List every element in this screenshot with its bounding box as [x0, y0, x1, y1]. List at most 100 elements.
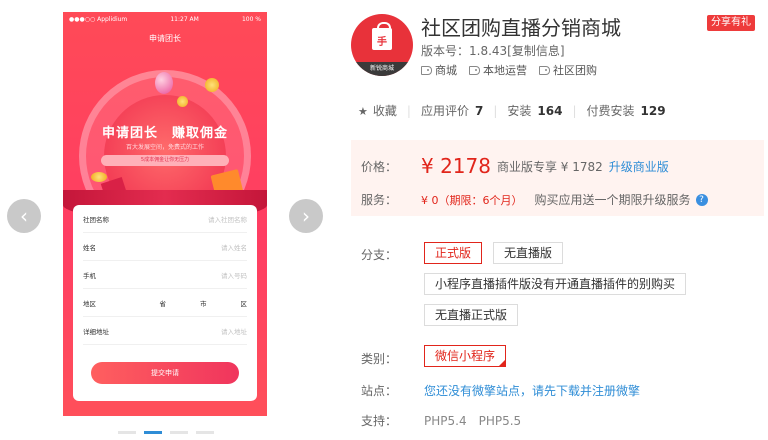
region-selectors: 省 市 区 [160, 298, 248, 308]
pagination-dot[interactable] [196, 431, 214, 434]
battery-text: 100 % [241, 16, 261, 23]
tag-label: 社区团购 [553, 64, 597, 77]
site-register-link[interactable]: 您还没有微擎站点，请先下载并注册微擎 [424, 382, 640, 399]
favorite-label: 收藏 [372, 104, 397, 118]
service-value: ¥ 0（期限：6个月） [421, 193, 523, 207]
city-select[interactable]: 市 [200, 298, 207, 308]
support-value: PHP5.4 PHP5.5 [424, 414, 522, 428]
form-placeholder: 请入社团名称 [208, 215, 247, 224]
form-placeholder: 请入姓名 [221, 243, 247, 252]
price-box: 价格： ¥ 2178 商业版专享 ¥ 1782 升级商业版 服务： ¥ 0（期限… [351, 140, 764, 216]
rating-value: 7 [474, 104, 484, 118]
upgrade-link[interactable]: 升级商业版 [609, 158, 669, 175]
price-row: 价格： ¥ 2178 商业版专享 ¥ 1782 升级商业版 [361, 154, 669, 178]
branch-option-official[interactable]: 正式版 [424, 242, 483, 264]
form-label: 姓名 [83, 243, 96, 252]
paid-install-stat: 付费安装 129 [586, 102, 665, 119]
logo-caption: 新锐商城 [351, 62, 413, 76]
coin-icon [177, 96, 188, 107]
tag-label: 商城 [435, 64, 457, 77]
screenshot-gallery: ‹ › ●●●○○ Applidium 11:27 AM 100 % 申请团长 … [0, 0, 340, 440]
branch-option-no-live-official[interactable]: 无直播正式版 [424, 304, 519, 326]
form-label: 详细地址 [83, 327, 109, 336]
branch-option-no-live[interactable]: 无直播版 [493, 242, 564, 264]
branch-option-mini-live[interactable]: 小程序直播插件版没有开通直播插件的别购买 [424, 273, 687, 295]
tag-icon [539, 65, 550, 75]
version-label: 版本号：1.8.43 [421, 44, 508, 58]
rating-stat[interactable]: 应用评价 7 [421, 102, 483, 119]
app-title: 社区团购直播分销商城 [421, 16, 621, 40]
divider: | [406, 103, 411, 118]
tag-icon [469, 65, 480, 75]
carrier-text: ●●●○○ Applidium [69, 16, 128, 23]
tag-list: 商城 本地运营 社区团购 [421, 62, 597, 78]
pagination-dot[interactable] [170, 431, 188, 434]
shopping-bag-icon: 手 [372, 22, 392, 50]
pro-price-text: 商业版专享 ¥ 1782 [496, 159, 603, 174]
version-info: 版本号：1.8.43[复制信息] [421, 42, 565, 59]
tag-item[interactable]: 本地运营 [469, 62, 527, 78]
share-button[interactable]: 分享有礼 [707, 15, 755, 31]
price-amount: ¥ 2178 [421, 154, 491, 178]
province-select[interactable]: 省 [160, 298, 167, 308]
phone-screenshot[interactable]: ●●●○○ Applidium 11:27 AM 100 % 申请团长 申请团长… [63, 12, 267, 416]
form-placeholder: 请入号码 [221, 271, 247, 280]
hero-banner-text: 5成本佣金让你无压力 [101, 155, 229, 166]
submit-button[interactable]: 提交申请 [91, 362, 239, 384]
district-select[interactable]: 区 [241, 298, 248, 308]
form-row-region[interactable]: 地区 省 市 区 [83, 289, 247, 317]
tag-icon [421, 65, 432, 75]
category-option-wechat-mini[interactable]: 微信小程序 [424, 345, 507, 367]
rating-label: 应用评价 [420, 104, 469, 118]
install-label: 安装 [507, 104, 532, 118]
time-text: 11:27 AM [170, 16, 199, 23]
balloon-icon [155, 72, 173, 94]
price-label: 价格： [361, 159, 398, 174]
site-label: 站点： [361, 384, 398, 398]
favorite-button[interactable]: ★ 收藏 [358, 102, 397, 119]
paid-install-value: 129 [640, 104, 666, 118]
form-row-name[interactable]: 姓名 请入姓名 [83, 233, 247, 261]
install-stat: 安装 164 [507, 102, 562, 119]
gallery-pagination [118, 431, 214, 434]
category-value: 微信小程序 [435, 349, 496, 363]
form-row-phone[interactable]: 手机 请入号码 [83, 261, 247, 289]
tag-item[interactable]: 社区团购 [539, 62, 597, 78]
chevron-left-icon[interactable]: ‹ [7, 199, 41, 233]
phone-header-title: 申请团长 [149, 34, 181, 43]
pagination-dot-active[interactable] [144, 431, 162, 434]
tag-label: 本地运营 [483, 64, 527, 77]
coin-icon [205, 78, 219, 92]
support-label: 支持： [361, 414, 398, 428]
paid-install-label: 付费安装 [586, 104, 635, 118]
form-placeholder: 请入地址 [221, 327, 247, 336]
divider: | [572, 103, 577, 118]
service-desc: 购买应用送一个期限升级服务 [534, 193, 691, 207]
star-icon: ★ [358, 105, 368, 118]
form-label: 社团名称 [83, 215, 109, 224]
hero-subtitle: 百大发展空间，免费式的工作 [125, 144, 204, 151]
app-logo: 手 新锐商城 [351, 14, 413, 76]
bag-glyph: 手 [377, 37, 387, 48]
pagination-dot[interactable] [118, 431, 136, 434]
phone-status-bar: ●●●○○ Applidium 11:27 AM 100 % [63, 12, 267, 27]
hero-title: 申请团长 赚取佣金 [101, 126, 228, 141]
tag-item[interactable]: 商城 [421, 62, 457, 78]
divider: | [493, 103, 498, 118]
form-row-club-name[interactable]: 社团名称 请入社团名称 [83, 205, 247, 233]
app-detail-page: ‹ › ●●●○○ Applidium 11:27 AM 100 % 申请团长 … [0, 0, 768, 440]
apply-form: 社团名称 请入社团名称 姓名 请入姓名 手机 请入号码 地区 省 市 区 详细地… [73, 205, 257, 401]
coin-icon [91, 172, 107, 182]
service-label: 服务： [361, 193, 398, 207]
branch-label: 分支： [361, 248, 398, 262]
form-label: 地区 [83, 299, 96, 308]
copy-info-link[interactable]: [复制信息] [507, 44, 564, 58]
chevron-right-icon[interactable]: › [289, 199, 323, 233]
install-value: 164 [537, 104, 563, 118]
selected-corner-icon [498, 359, 507, 367]
help-icon[interactable]: ? [695, 193, 708, 206]
category-label: 类别： [361, 352, 398, 366]
stats-bar: ★ 收藏 | 应用评价 7 | 安装 164 | 付费安装 129 [358, 102, 666, 119]
service-row: 服务： ¥ 0（期限：6个月） 购买应用送一个期限升级服务 ? [361, 191, 708, 208]
form-row-address[interactable]: 详细地址 请入地址 [83, 317, 247, 345]
